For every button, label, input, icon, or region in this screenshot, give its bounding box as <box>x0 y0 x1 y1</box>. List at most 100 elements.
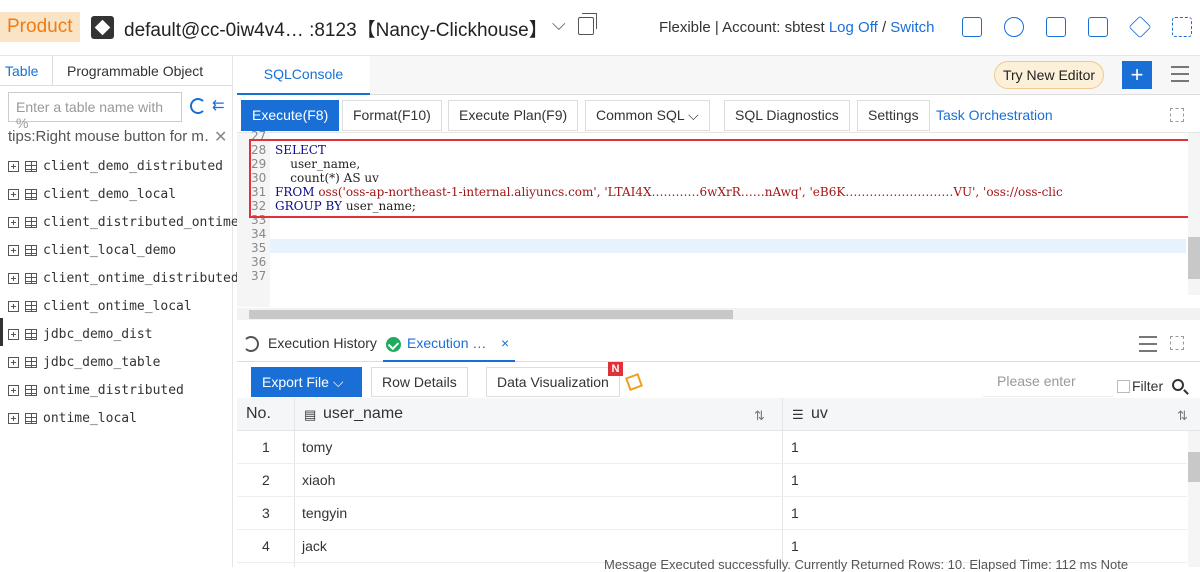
sort-icon[interactable]: ⇅ <box>754 408 765 424</box>
expand-icon[interactable] <box>8 356 19 368</box>
execute-plan-button[interactable]: Execute Plan(F9) <box>448 100 579 131</box>
sql-editor[interactable]: 27 28 29 30 31 32 33 34 35 36 37 SELECT … <box>237 129 1200 320</box>
sql-diagnostics-button[interactable]: SQL Diagnostics <box>724 100 850 131</box>
add-console-button[interactable]: + <box>1122 61 1152 89</box>
format-button[interactable]: Format(F10) <box>342 100 442 131</box>
expand-icon[interactable] <box>8 216 19 228</box>
table-item[interactable]: ontime_distributed <box>8 376 228 404</box>
table-name: client_distributed_ontime <box>43 214 239 230</box>
close-icon[interactable]: ✕ <box>214 127 227 147</box>
table-scroll-thumb[interactable] <box>1188 452 1200 482</box>
switch-link[interactable]: Switch <box>890 19 934 36</box>
table-icon <box>25 216 37 228</box>
export-file-button[interactable]: Export File ⌵ <box>251 367 362 397</box>
notes-icon[interactable] <box>1088 17 1108 37</box>
collapse-icon[interactable]: ⇇ <box>212 96 225 114</box>
cell-no: 3 <box>262 505 270 521</box>
table-item[interactable]: client_local_demo <box>8 236 228 264</box>
menu-icon[interactable] <box>1171 66 1189 82</box>
table-item[interactable]: client_demo_distributed <box>8 152 228 180</box>
object-sidebar: Table Programmable Object Enter a table … <box>0 56 239 567</box>
filter-checkbox[interactable] <box>1117 380 1130 393</box>
expand-icon[interactable] <box>8 188 19 200</box>
tab-programmable-object[interactable]: Programmable Object <box>67 63 203 79</box>
expand-icon[interactable] <box>8 412 19 424</box>
common-sql-dropdown[interactable]: Common SQL ⌵ <box>585 100 710 131</box>
table-name: ontime_local <box>43 410 137 426</box>
table-search-input[interactable]: Enter a table name with % <box>8 92 182 131</box>
column-header-no[interactable]: No. <box>246 405 271 423</box>
column-header-user-name[interactable]: user_name <box>323 405 403 423</box>
cell-user-name: jack <box>302 538 327 554</box>
table-item[interactable]: client_demo_local <box>8 180 228 208</box>
expand-icon[interactable] <box>8 384 19 396</box>
product-button[interactable]: Product <box>0 12 80 42</box>
cell-user-name: tomy <box>302 439 333 455</box>
cell-uv: 1 <box>791 505 799 521</box>
table-item[interactable]: ontime_local <box>8 404 228 432</box>
table-icon <box>25 188 37 200</box>
line-number: 36 <box>251 255 267 269</box>
tab-table[interactable]: Table <box>5 63 38 79</box>
table-row[interactable]: 3 tengyin 1 <box>237 497 1187 530</box>
table-item[interactable]: jdbc_demo_table <box>8 348 228 376</box>
file-icon: ▤ <box>304 407 317 422</box>
row-details-button[interactable]: Row Details <box>371 367 468 397</box>
table-name: client_demo_local <box>43 186 177 202</box>
expand-icon[interactable] <box>8 244 19 256</box>
chevron-down-icon: ⌵ <box>688 107 699 123</box>
tab-sqlconsole[interactable]: SQLConsole <box>237 56 370 95</box>
editor-hscroll-thumb[interactable] <box>249 310 733 319</box>
expand-icon[interactable] <box>8 328 19 340</box>
link-separator: / <box>881 19 887 36</box>
table-icon <box>25 244 37 256</box>
copy-icon[interactable] <box>578 13 597 35</box>
chevron-down-icon[interactable]: ⌵ <box>552 14 566 35</box>
expand-icon[interactable] <box>8 160 19 172</box>
table-name: client_ontime_distributed <box>43 270 239 286</box>
data-visualization-button[interactable]: Data Visualization <box>486 367 620 397</box>
log-off-link[interactable]: Log Off <box>829 19 878 36</box>
filter-label: Filter <box>1132 378 1164 394</box>
table-icon <box>25 356 37 368</box>
expand-icon[interactable] <box>1170 108 1184 122</box>
monitor-icon[interactable] <box>1004 17 1024 37</box>
search-icon[interactable] <box>1172 379 1184 391</box>
table-icon[interactable] <box>962 17 982 37</box>
close-tab-button[interactable]: × <box>501 335 509 351</box>
chart-edit-icon[interactable] <box>625 373 643 391</box>
table-row[interactable]: 1 tomy 1 <box>237 431 1187 464</box>
chevron-down-icon: ⌵ <box>332 374 344 390</box>
table-name: client_ontime_local <box>43 298 192 314</box>
sort-icon[interactable]: ⇅ <box>1177 408 1188 424</box>
expand-icon[interactable] <box>8 272 19 284</box>
connection-title[interactable]: default@cc-0iw4v4… :8123【Nancy-Clickhous… <box>124 15 548 42</box>
tab-execution-result[interactable]: Execution … <box>407 335 486 351</box>
menu-icon[interactable] <box>1139 336 1157 352</box>
execute-button[interactable]: Execute(F8) <box>241 100 340 131</box>
table-row[interactable]: 2 xiaoh 1 <box>237 464 1187 497</box>
cell-user-name: xiaoh <box>302 472 336 488</box>
editor-scroll-thumb[interactable] <box>1188 237 1200 279</box>
table-item[interactable]: client_ontime_local <box>8 292 228 320</box>
table-item[interactable]: client_distributed_ontime <box>8 208 239 236</box>
send-icon[interactable] <box>1128 15 1152 39</box>
column-header-uv[interactable]: uv <box>811 405 828 423</box>
expand-icon[interactable] <box>8 300 19 312</box>
table-item[interactable]: client_ontime_distributed <box>8 264 239 292</box>
table-name: jdbc_demo_table <box>43 354 161 370</box>
cell-no: 4 <box>262 538 270 554</box>
filter-input[interactable]: Please enter <box>983 367 1113 397</box>
tab-execution-history[interactable]: Execution History <box>268 335 377 351</box>
export-icon[interactable] <box>1046 17 1066 37</box>
settings-button[interactable]: Settings <box>857 100 930 131</box>
tips-text: tips:Right mouse button for m… <box>8 128 208 145</box>
table-item[interactable]: jdbc_demo_dist <box>8 320 228 348</box>
cell-uv: 1 <box>791 472 799 488</box>
fullscreen-icon[interactable] <box>1172 17 1192 37</box>
result-table: No. ▤ user_name ⇅ ☰ uv ⇅ 1 tomy 1 2 xiao… <box>237 398 1200 567</box>
refresh-icon[interactable] <box>190 98 206 114</box>
try-new-editor-button[interactable]: Try New Editor <box>994 61 1104 89</box>
expand-icon[interactable] <box>1170 336 1184 350</box>
task-orchestration-link[interactable]: Task Orchestration <box>936 107 1053 123</box>
